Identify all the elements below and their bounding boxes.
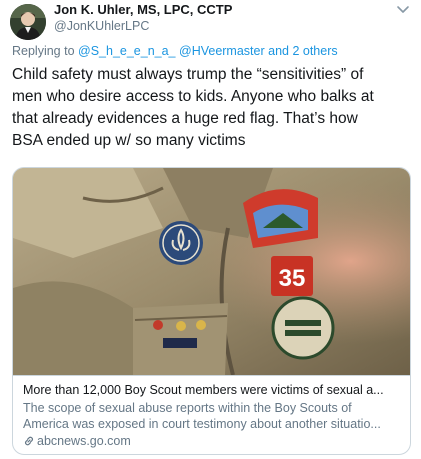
card-title: More than 12,000 Boy Scout members were … xyxy=(23,383,384,397)
author-handle[interactable]: @JonKUhlerLPC xyxy=(54,19,149,33)
tweet: Jon K. Uhler, MS, LPC, CCTP @JonKUhlerLP… xyxy=(0,0,421,459)
link-card[interactable]: 35 More than 12,000 Boy Scout members we… xyxy=(12,167,411,455)
tweet-line: men who desire access to kids. Anyone wh… xyxy=(12,88,374,105)
tweet-line: Child safety must always trump the “sens… xyxy=(12,66,364,83)
card-info[interactable]: More than 12,000 Boy Scout members were … xyxy=(13,375,410,454)
card-description-line: The scope of sexual abuse reports within… xyxy=(23,401,352,415)
mention-link[interactable]: @S_h_e_e_n_a_ xyxy=(78,44,176,58)
patch-number: 35 xyxy=(279,265,306,292)
chevron-down-icon[interactable] xyxy=(393,2,413,18)
replying-to: Replying to @S_h_e_e_n_a_ @HVeermaster a… xyxy=(12,44,338,58)
tweet-line: BSA ended up w/ so many victims xyxy=(12,132,246,149)
mention-link[interactable]: @HVeermaster xyxy=(179,44,265,58)
others-link[interactable]: and 2 others xyxy=(268,44,338,58)
author-name[interactable]: Jon K. Uhler, MS, LPC, CCTP xyxy=(54,2,232,17)
card-domain: abcnews.go.com xyxy=(23,434,131,448)
card-domain-text: abcnews.go.com xyxy=(37,434,131,448)
replying-prefix: Replying to xyxy=(12,44,79,58)
card-image[interactable]: 35 xyxy=(13,168,410,376)
card-description: The scope of sexual abuse reports within… xyxy=(23,400,403,432)
tweet-line: that already evidences a huge red flag. … xyxy=(12,110,358,127)
tweet-text: Child safety must always trump the “sens… xyxy=(12,64,412,152)
link-icon xyxy=(25,436,33,446)
card-description-line: America was exposed in court testimony a… xyxy=(23,417,381,431)
avatar[interactable] xyxy=(10,4,46,40)
